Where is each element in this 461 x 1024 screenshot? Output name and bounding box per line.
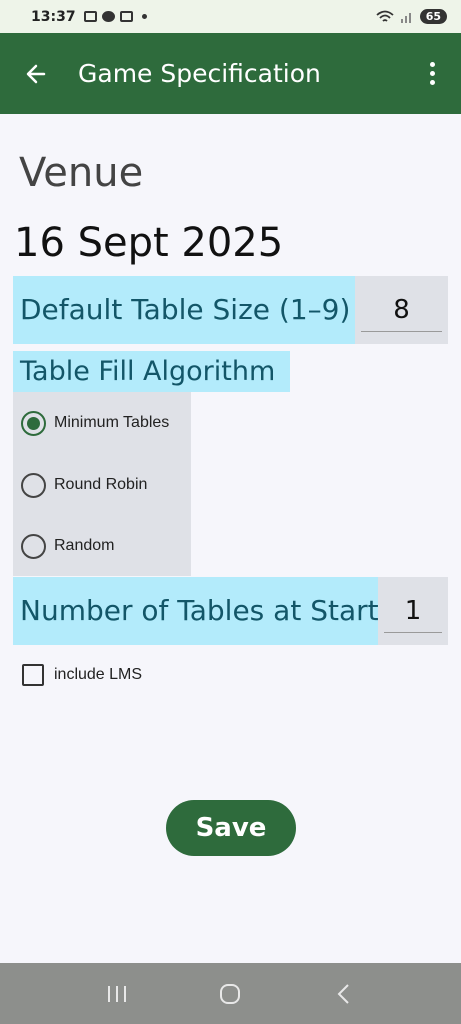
system-nav-bar [0,963,461,1024]
table-size-label: Default Table Size (1–9) [13,276,355,344]
tables-at-start-label: Number of Tables at Start [13,577,379,645]
more-notifications-dot-icon [141,14,147,19]
radio-label: Minimum Tables [54,414,170,431]
tables-at-start-field-container: 1 [378,577,448,645]
arrow-back-icon [26,64,46,83]
app-notification-icon [101,11,115,22]
wifi-icon [376,10,394,22]
checkbox-unchecked-icon [22,664,44,686]
table-size-field-container: 8 [355,276,448,344]
radio-label: Round Robin [54,476,148,493]
venue-heading: Venue [19,150,144,196]
fill-algorithm-label: Table Fill Algorithm [13,351,290,392]
battery-indicator: 65 [419,9,447,24]
radio-round-robin[interactable]: Round Robin [13,460,191,510]
radio-label: Random [54,537,115,554]
radio-minimum-tables[interactable]: Minimum Tables [13,398,191,448]
fill-algorithm-radio-group: Minimum Tables Round Robin Random [13,392,191,576]
recent-apps-icon [107,985,126,1002]
page-title: Game Specification [78,59,321,88]
game-date: 16 Sept 2025 [14,220,284,266]
status-bar: 13:37 65 [0,0,461,33]
overflow-menu-button[interactable] [417,54,447,94]
tables-at-start-row: Number of Tables at Start 1 [13,577,448,645]
screenshot-icon [83,11,97,22]
app-bar: Game Specification [0,33,461,114]
include-lms-checkbox[interactable]: include LMS [22,664,142,686]
clipboard-icon [119,11,133,22]
radio-unchecked-icon [21,472,46,498]
include-lms-label: include LMS [54,666,143,683]
table-size-input[interactable]: 8 [361,290,442,332]
back-button[interactable] [16,54,56,94]
radio-unchecked-icon [21,533,46,559]
tables-at-start-input[interactable]: 1 [384,591,442,633]
more-vert-icon [429,62,435,67]
system-back-button[interactable] [324,974,364,1014]
signal-icon [400,12,411,23]
radio-checked-icon [21,410,46,436]
table-size-row: Default Table Size (1–9) 8 [13,276,448,344]
home-button[interactable] [210,974,250,1014]
home-icon [220,983,241,1004]
save-button[interactable]: Save [166,800,296,856]
status-time: 13:37 [31,8,76,25]
recent-apps-button[interactable] [97,974,137,1014]
chevron-left-icon [337,983,349,1004]
radio-random[interactable]: Random [13,521,191,571]
